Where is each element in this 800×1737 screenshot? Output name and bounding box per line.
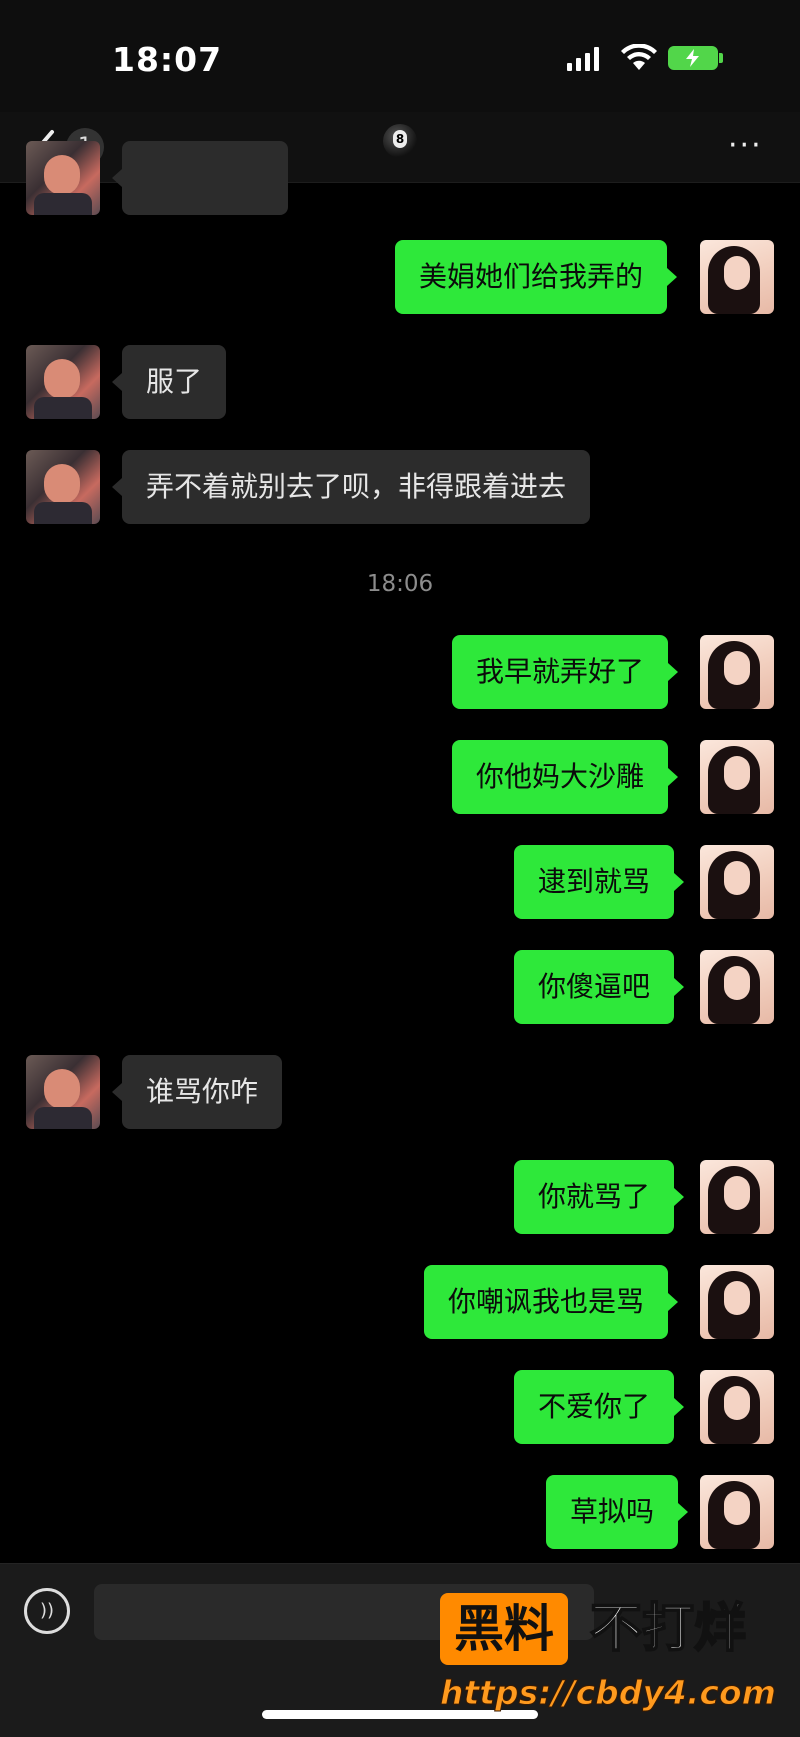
self-avatar[interactable]: [700, 1370, 774, 1444]
self-avatar[interactable]: [700, 1265, 774, 1339]
outgoing-message-bubble[interactable]: 逮到就骂: [514, 845, 685, 919]
outgoing-message-bubble[interactable]: 你嘲讽我也是骂: [424, 1265, 679, 1339]
status-time: 18:07: [112, 40, 223, 79]
watermark-brand-text: 不打烊: [589, 1598, 747, 1660]
outgoing-message-bubble[interactable]: 你就骂了: [514, 1160, 685, 1234]
wifi-icon: [621, 44, 657, 70]
message-timestamp: 18:06: [366, 571, 434, 597]
self-avatar[interactable]: [700, 740, 774, 814]
self-avatar[interactable]: [700, 635, 774, 709]
outgoing-message-bubble[interactable]: 美娟她们给我弄的: [395, 240, 678, 314]
watermark-url: https://cbdy4.com: [439, 1673, 777, 1713]
incoming-message-bubble[interactable]: 谁骂你咋: [111, 1055, 283, 1129]
chat-message-list[interactable]: 美娟她们给我弄的 服了 弄不着就别去了呗，非得跟着进去 18:06 我早就弄好了…: [0, 141, 800, 1563]
battery-tip: [719, 53, 723, 63]
outgoing-message-bubble[interactable]: 草拟吗: [546, 1475, 689, 1549]
status-bar: 18:07: [0, 0, 800, 112]
self-avatar[interactable]: [700, 1160, 774, 1234]
contact-avatar[interactable]: [26, 141, 100, 215]
eight-ball-title-icon: [383, 124, 417, 158]
outgoing-message-bubble[interactable]: 你他妈大沙雕: [452, 740, 679, 814]
battery-icon: [668, 46, 718, 70]
site-watermark: 黑料 不打烊 https://cbdy4.com: [439, 1593, 796, 1733]
voice-input-icon[interactable]: )): [24, 1588, 70, 1634]
outgoing-message-bubble[interactable]: 你傻逼吧: [514, 950, 685, 1024]
self-avatar[interactable]: [700, 240, 774, 314]
outgoing-message-bubble[interactable]: 我早就弄好了: [452, 635, 679, 709]
watermark-brand-box: 黑料: [440, 1593, 568, 1665]
contact-avatar[interactable]: [26, 1055, 100, 1129]
self-avatar[interactable]: [700, 1475, 774, 1549]
incoming-message-bubble[interactable]: [112, 141, 288, 215]
incoming-message-bubble[interactable]: 服了: [111, 345, 227, 419]
cellular-signal-icon: [567, 45, 599, 71]
contact-avatar[interactable]: [26, 345, 100, 419]
outgoing-message-bubble[interactable]: 不爱你了: [514, 1370, 685, 1444]
self-avatar[interactable]: [700, 950, 774, 1024]
more-options-button[interactable]: ···: [728, 131, 763, 161]
incoming-message-bubble[interactable]: 弄不着就别去了呗，非得跟着进去: [111, 450, 591, 524]
self-avatar[interactable]: [700, 845, 774, 919]
contact-avatar[interactable]: [26, 450, 100, 524]
